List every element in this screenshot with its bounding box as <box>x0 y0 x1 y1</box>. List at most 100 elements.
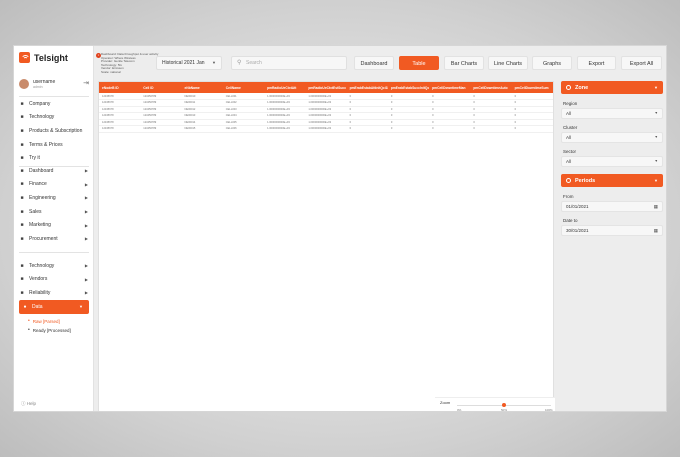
sidebar-item-label: Finance <box>29 181 47 188</box>
sidebar-item-vendors[interactable]: ■ Vendors ▶ <box>14 273 94 287</box>
table-cell: CELL006 <box>222 125 265 133</box>
sidebar-item-label: Data <box>32 303 43 310</box>
to-date-value: 30/01/2021 <box>566 228 589 233</box>
table-cell: 12345678 <box>99 125 141 133</box>
sidebar-item-label: Procurement <box>29 235 58 242</box>
column-header[interactable]: Cell ID <box>140 82 182 93</box>
sidebar-item-label: Company <box>29 100 51 107</box>
zoom-slider-handle[interactable] <box>502 403 506 407</box>
column-header[interactable]: eNodeB ID <box>99 82 141 93</box>
user-name: username <box>33 78 56 85</box>
bar-charts-button[interactable]: Bar Charts <box>444 56 484 70</box>
sidebar-item-products-subscription[interactable]: ■ Products & Subscription <box>14 124 94 138</box>
sidebar-item-dashboard[interactable]: ■ Dashboard ▶ <box>14 164 94 178</box>
chevron-right-icon: ▶ <box>84 168 88 174</box>
chevron-right-icon: ▶ <box>84 236 88 242</box>
sidebar-item-label: Marketing <box>29 222 51 229</box>
sidebar-item-data[interactable]: ● Data ▼ <box>19 300 89 314</box>
table-cell: 0 <box>511 125 553 133</box>
sidebar-item-try-it[interactable]: ■ Try it <box>14 151 94 165</box>
sidebar-item-technology[interactable]: ■ Technology ▶ <box>14 259 94 273</box>
products-icon: ■ <box>20 127 24 134</box>
column-header[interactable]: pmCellDowntimeSum <box>511 82 553 93</box>
chevron-right-icon: ▶ <box>84 209 88 215</box>
cluster-value: All <box>566 135 572 140</box>
sidebar-item-company[interactable]: ■ Company <box>14 97 94 111</box>
sidebar-item-label: Technology <box>29 114 55 121</box>
sidebar-item-label: Vendors <box>29 276 48 283</box>
close-icon[interactable]: × <box>96 53 101 58</box>
to-date-input[interactable]: 30/01/2021 ▦ <box>561 225 663 236</box>
sidebar-item-reliability[interactable]: ■ Reliability ▶ <box>14 286 94 300</box>
calendar-icon[interactable]: ▦ <box>654 226 658 235</box>
chevron-right-icon: ▶ <box>84 263 88 269</box>
try-icon: ■ <box>20 155 24 162</box>
table-cell: NE00015 <box>181 125 223 133</box>
table-cell: 0 <box>387 125 430 133</box>
sidebar-item-finance[interactable]: ■ Finance ▶ <box>14 178 94 192</box>
cluster-select[interactable]: All ▼ <box>561 132 663 143</box>
data-table: eNodeB ID Cell ID eNbName CellName pmRadioUe… <box>99 82 553 133</box>
lower-nav: ■ Technology ▶ ■ Vendors ▶ ■ Reliability ▶ <box>14 259 94 300</box>
chevron-right-icon: ▶ <box>84 195 88 201</box>
chevron-right-icon: ▶ <box>84 181 88 187</box>
zone-title: Zone <box>575 84 589 91</box>
sidebar: Telsight username admin ⇥ ■ Company ■ Techn… <box>14 46 94 411</box>
graphs-button[interactable]: Graphs <box>532 56 572 70</box>
sidebar-item-terms-prices[interactable]: ■ Terms & Prices <box>14 138 94 152</box>
column-header[interactable]: eNbName <box>181 82 223 93</box>
column-header[interactable]: pmCellDowntimeMan <box>429 82 471 93</box>
logout-icon[interactable]: ⇥ <box>83 79 89 87</box>
from-date-input[interactable]: 01/01/2021 ▦ <box>561 201 663 212</box>
sidebar-item-label: Sales <box>29 208 42 215</box>
reliability-icon: ■ <box>20 289 24 296</box>
info-line: Scale: national <box>101 69 121 74</box>
clock-icon <box>566 178 571 183</box>
data-subitem[interactable]: Raw [Parsed] <box>14 317 94 326</box>
sidebar-item-marketing[interactable]: ■ Marketing ▶ <box>14 218 94 232</box>
column-header[interactable]: pmRadioUeCtxtAtt <box>264 82 306 93</box>
sidebar-item-label: Reliability <box>29 289 51 296</box>
column-header[interactable]: pmCellDowntimeAuto <box>470 82 512 93</box>
periods-section-header[interactable]: Periods ▼ <box>561 174 663 187</box>
calendar-icon[interactable]: ▦ <box>654 202 658 211</box>
column-header[interactable]: pmRadioUeCtxtEstSucc <box>305 82 347 93</box>
period-select-value: Historical 2021 Jan <box>162 60 205 66</box>
data-subitem[interactable]: Ready [Processed] <box>14 326 94 335</box>
table-cell: 1.0000000000E+03 <box>305 125 347 133</box>
chevron-right-icon: ▶ <box>84 290 88 296</box>
main-nav: ■ Company ■ Technology ■ Products & Subscript… <box>14 97 94 165</box>
column-header[interactable]: pmErabEstabSuccInitQci1Hs1Hs5Hs9 <box>387 82 430 93</box>
table-button[interactable]: Table <box>399 56 439 70</box>
export-all-button[interactable]: Export All <box>621 56 662 70</box>
sidebar-item-procurement[interactable]: ■ Procurement ▶ <box>14 232 94 246</box>
region-select[interactable]: All ▼ <box>561 108 663 119</box>
sales-icon: ■ <box>20 208 24 215</box>
zone-section-header[interactable]: Zone ▼ <box>561 81 663 94</box>
period-select[interactable]: Historical 2021 Jan ▼ <box>156 56 222 70</box>
table-row[interactable]: 12345678 123456789 NE00015 CELL006 1.0000000… <box>99 125 553 133</box>
sidebar-item-engineering[interactable]: ■ Engineering ▶ <box>14 191 94 205</box>
context-info: × Dashboard: Data throughput & user acti… <box>96 52 161 75</box>
dashboard-button[interactable]: Dashboard <box>354 56 394 70</box>
export-button[interactable]: Export <box>577 56 616 70</box>
search-placeholder: Search <box>246 60 262 66</box>
region-value: All <box>566 111 572 116</box>
line-charts-button[interactable]: Line Charts <box>488 56 528 70</box>
search-input[interactable]: ⚲ Search <box>231 56 347 70</box>
terms-icon: ■ <box>20 141 24 148</box>
table-cell: 0 <box>346 125 388 133</box>
app-window: Telsight username admin ⇥ ■ Company ■ Techn… <box>13 45 667 412</box>
from-label: From <box>563 194 574 199</box>
sector-select[interactable]: All ▼ <box>561 156 663 167</box>
sidebar-item-label: Technology <box>29 262 55 269</box>
sidebar-item-technology[interactable]: ■ Technology <box>14 111 94 125</box>
caret-down-icon: ▼ <box>212 60 216 65</box>
help-link[interactable]: ⓘ Help <box>21 401 36 407</box>
sidebar-item-sales[interactable]: ■ Sales ▶ <box>14 205 94 219</box>
data-icon: ● <box>23 303 27 310</box>
column-header[interactable]: pmErabEstabAttInitQci1Hs1Hs5Hs9 <box>346 82 388 93</box>
column-header[interactable]: CellName <box>222 82 265 93</box>
chevron-down-icon: ▼ <box>79 304 83 310</box>
user-profile[interactable]: username admin ⇥ <box>19 76 91 92</box>
